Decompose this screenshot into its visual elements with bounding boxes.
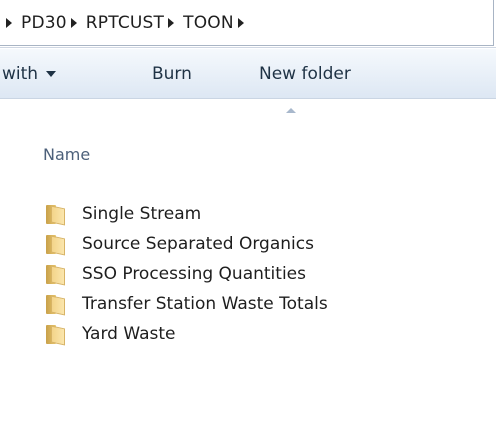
list-item[interactable]: Single Stream [44,200,484,228]
burn-label: Burn [152,64,192,84]
folder-icon [44,324,66,346]
share-with-label: with [2,64,39,84]
list-item[interactable]: Transfer Station Waste Totals [44,290,484,318]
chevron-down-icon [46,71,57,77]
command-toolbar: with Burn New folder [0,48,496,99]
folder-icon [44,234,66,256]
column-header-name[interactable]: Name [43,145,90,164]
burn-button[interactable]: Burn [152,49,192,99]
sort-ascending-icon [286,108,296,113]
file-name: Single Stream [82,204,202,224]
address-bar: PD30 RPTCUST TOON [0,0,496,48]
list-item[interactable]: Yard Waste [44,320,484,348]
folder-icon [44,294,66,316]
breadcrumb-item-rptcust[interactable]: RPTCUST [86,13,164,33]
file-name: Yard Waste [82,324,176,344]
file-name: Transfer Station Waste Totals [82,294,328,314]
chevron-right-icon[interactable] [237,17,244,28]
breadcrumb-item-pd30[interactable]: PD30 [21,13,67,33]
folder-icon [44,264,66,286]
list-item[interactable]: SSO Processing Quantities [44,260,484,288]
list-item[interactable]: Source Separated Organics [44,230,484,258]
chevron-right-icon[interactable] [168,17,175,28]
file-name: SSO Processing Quantities [82,264,306,284]
file-name: Source Separated Organics [82,234,314,254]
folder-icon [44,204,66,226]
new-folder-button[interactable]: New folder [259,49,351,99]
new-folder-label: New folder [259,64,351,84]
share-with-button[interactable]: with [2,49,57,99]
chevron-right-icon[interactable] [70,17,77,28]
breadcrumb-item-toon[interactable]: TOON [183,13,234,33]
chevron-right-icon[interactable] [6,17,12,28]
breadcrumb[interactable]: PD30 RPTCUST TOON [0,0,494,46]
